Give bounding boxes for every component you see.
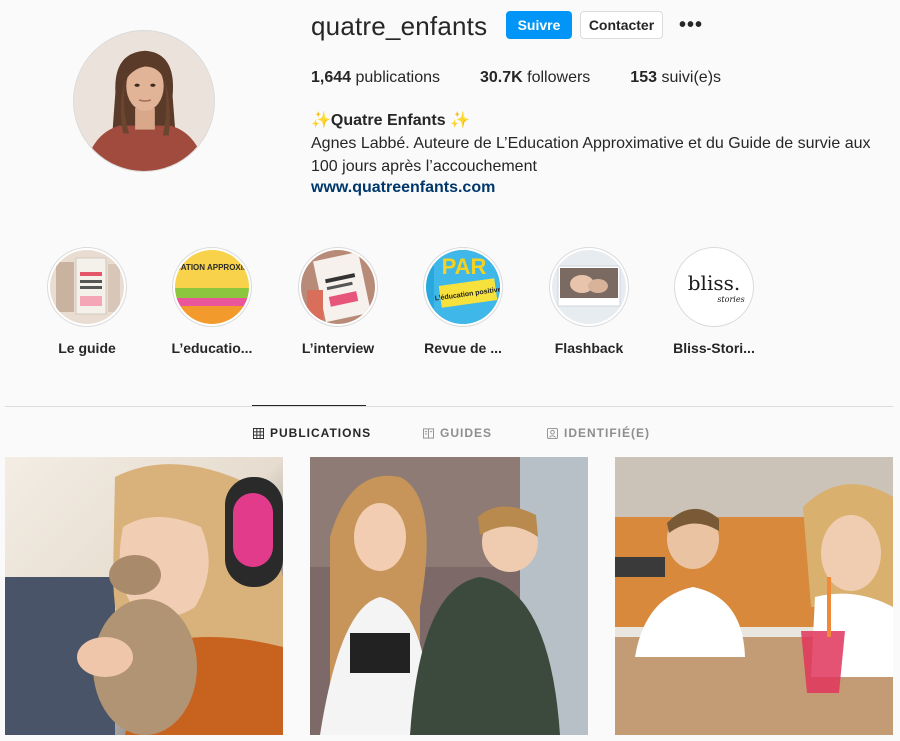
- highlight-cover: [50, 250, 124, 324]
- highlight-cover: PAR L’éducation positive: [426, 250, 500, 324]
- profile-username: quatre_enfants: [311, 11, 488, 41]
- tab-publications[interactable]: PUBLICATIONS: [253, 426, 371, 440]
- followers-label: followers: [527, 69, 591, 86]
- post-image: [615, 457, 893, 735]
- tab-guides[interactable]: GUIDES: [423, 426, 492, 440]
- highlight-bliss-stories[interactable]: bliss. stories Bliss-Stori...: [659, 247, 769, 356]
- followers-stat[interactable]: 30.7K followers: [480, 69, 590, 87]
- highlight-label: L’educatio...: [171, 340, 253, 356]
- follow-button[interactable]: Suivre: [506, 11, 572, 39]
- more-options-icon[interactable]: •••: [676, 12, 706, 38]
- highlight-revue[interactable]: PAR L’éducation positive Revue de ...: [408, 247, 518, 356]
- highlight-le-guide[interactable]: Le guide: [32, 247, 142, 356]
- highlight-label: Flashback: [554, 340, 624, 356]
- highlight-flashback[interactable]: Flashback: [534, 247, 644, 356]
- tab-tagged[interactable]: IDENTIFIÉ(E): [547, 426, 650, 440]
- highlight-book-text: L’ÉDUCATION APPROXIMATIVE: [175, 263, 249, 272]
- guide-icon: [423, 427, 434, 439]
- following-count: 153: [630, 69, 657, 86]
- post-thumbnail[interactable]: [615, 457, 893, 735]
- highlight-cover: bliss. stories: [677, 250, 751, 324]
- bliss-logo-text: bliss.: [688, 271, 740, 295]
- posts-label: publications: [355, 69, 441, 86]
- highlight-label: Le guide: [58, 340, 116, 356]
- grid-icon: [253, 427, 264, 439]
- tab-label: IDENTIFIÉ(E): [564, 426, 650, 440]
- active-tab-indicator: [252, 405, 366, 406]
- highlight-ring: [298, 247, 378, 327]
- tabs-divider: [5, 406, 893, 407]
- profile-photo: [74, 31, 214, 171]
- bio-text: Agnes Labbé. Auteure de L’Education Appr…: [311, 135, 871, 175]
- following-label: suivi(e)s: [661, 69, 722, 86]
- highlight-magazine-title: PAR: [442, 254, 487, 279]
- highlight-cover: [552, 250, 626, 324]
- highlight-ring: bliss. stories: [674, 247, 754, 327]
- highlight-label: Revue de ...: [424, 340, 502, 356]
- bio-website-link[interactable]: www.quatreenfants.com: [311, 179, 495, 197]
- highlight-cover: L’ÉDUCATION APPROXIMATIVE: [175, 250, 249, 324]
- post-thumbnail[interactable]: [310, 457, 588, 735]
- post-thumbnail[interactable]: [5, 457, 283, 735]
- post-image: [5, 457, 283, 735]
- tab-label: GUIDES: [440, 426, 493, 440]
- posts-count: 1,644: [311, 69, 352, 86]
- following-stat[interactable]: 153 suivi(e)s: [630, 69, 721, 87]
- followers-count: 30.7K: [480, 69, 523, 86]
- bliss-logo-sub: stories: [717, 295, 744, 304]
- posts-count-stat: 1,644 publications: [311, 69, 440, 87]
- highlight-education[interactable]: L’ÉDUCATION APPROXIMATIVE L’educatio...: [157, 247, 267, 356]
- highlight-label: Bliss-Stori...: [673, 340, 755, 356]
- profile-avatar[interactable]: [73, 30, 215, 172]
- highlight-interview[interactable]: L’interview: [283, 247, 393, 356]
- bio-name: ✨Quatre Enfants ✨: [311, 112, 470, 129]
- post-image: [310, 457, 588, 735]
- highlight-ring: [47, 247, 127, 327]
- highlight-ring: [549, 247, 629, 327]
- tagged-icon: [547, 427, 558, 439]
- contact-button[interactable]: Contacter: [580, 11, 663, 39]
- highlight-label: L’interview: [301, 340, 375, 356]
- highlight-ring: PAR L’éducation positive: [423, 247, 503, 327]
- highlight-cover: [301, 250, 375, 324]
- tab-label: PUBLICATIONS: [270, 426, 372, 440]
- highlight-ring: L’ÉDUCATION APPROXIMATIVE: [172, 247, 252, 327]
- profile-stats: 1,644 publications 30.7K followers 153 s…: [311, 69, 761, 87]
